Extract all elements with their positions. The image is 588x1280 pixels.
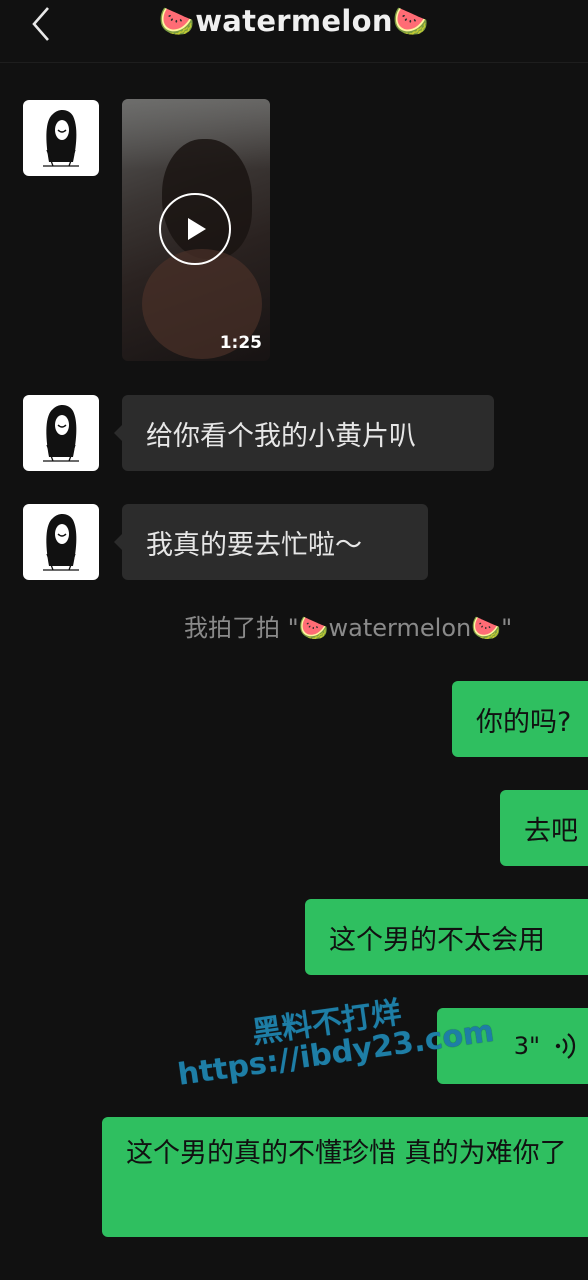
outgoing-message[interactable]: 这个男的真的不懂珍惜 真的为难你了 [102,1117,588,1237]
contact-avatar[interactable] [23,504,99,580]
contact-avatar[interactable] [23,100,99,176]
incoming-message[interactable]: 给你看个我的小黄片叭 [114,395,494,471]
chat-title: 🍉watermelon🍉 [158,4,430,38]
contact-avatar[interactable] [23,395,99,471]
pat-notice: 我拍了拍 "🍉watermelon🍉" [184,614,513,642]
outgoing-message[interactable]: 这个男的不太会用 [305,899,588,975]
outgoing-message[interactable]: 你的吗? [452,681,588,757]
incoming-message[interactable]: 我真的要去忙啦～ [114,504,428,580]
outgoing-message[interactable]: 去吧 [500,790,588,866]
chat-header: 🍉watermelon🍉 [0,0,588,63]
video-duration: 1:25 [219,333,262,353]
video-message[interactable]: 1:25 [122,99,270,361]
play-icon[interactable] [159,193,231,265]
voice-wave-icon [555,1033,576,1059]
voice-duration: 3" [513,1032,540,1060]
